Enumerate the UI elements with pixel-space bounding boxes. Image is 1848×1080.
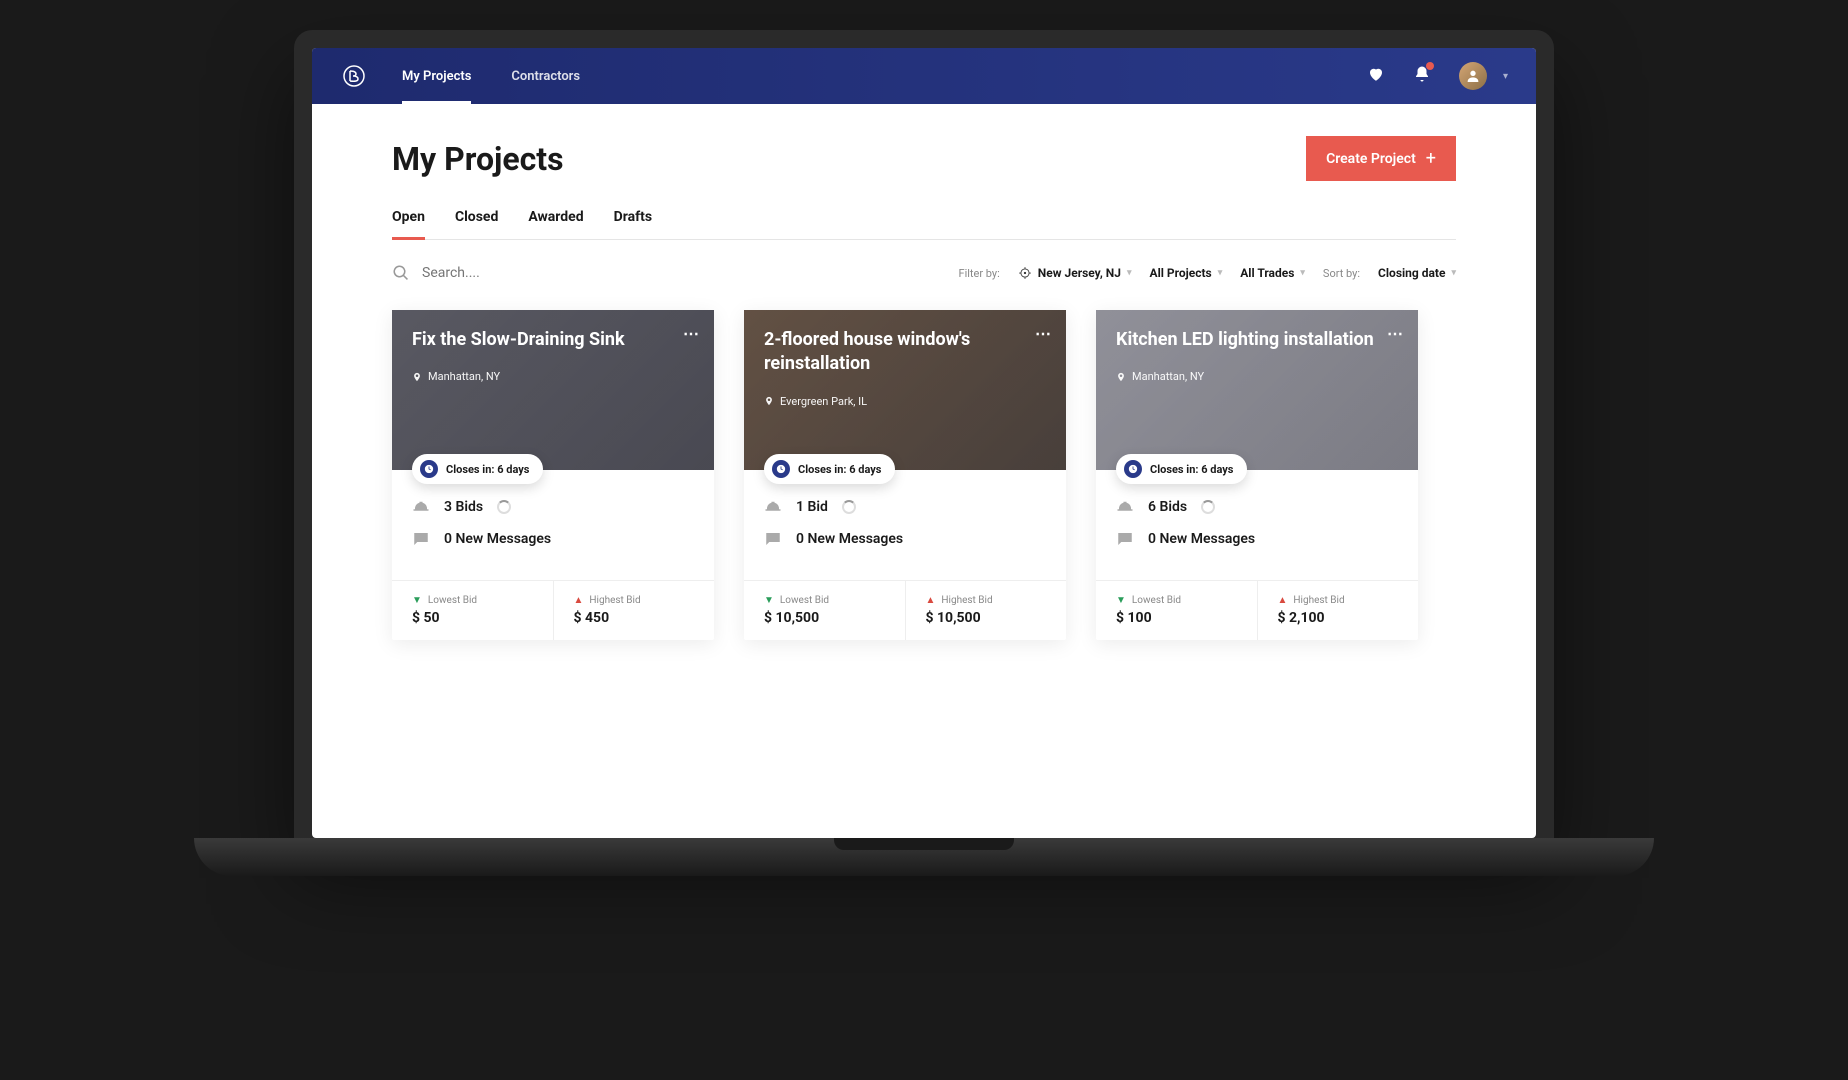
favorites-icon[interactable] xyxy=(1367,65,1385,87)
header-actions: ▾ xyxy=(1367,62,1508,90)
messages-row: 0 New Messages xyxy=(412,530,694,548)
card-hero: ⋯ 2-floored house window's reinstallatio… xyxy=(744,310,1066,470)
chevron-down-icon: ▾ xyxy=(1127,268,1132,278)
pin-icon xyxy=(412,372,422,382)
spinner-icon xyxy=(497,500,511,514)
create-project-button[interactable]: Create Project+ xyxy=(1306,136,1456,181)
tab-drafts[interactable]: Drafts xyxy=(614,209,652,239)
chevron-down-icon: ▾ xyxy=(1300,268,1305,278)
user-avatar[interactable] xyxy=(1459,62,1487,90)
highest-bid: ▲Highest Bid$ 2,100 xyxy=(1258,581,1419,640)
card-location: Evergreen Park, IL xyxy=(764,395,1046,408)
closing-pill: Closes in: 6 days xyxy=(412,454,543,484)
arrow-up-icon: ▲ xyxy=(574,595,584,606)
card-body: 1 Bid 0 New Messages xyxy=(744,470,1066,580)
user-menu-caret[interactable]: ▾ xyxy=(1503,71,1508,82)
card-location: Manhattan, NY xyxy=(412,370,694,383)
clock-icon xyxy=(772,460,790,478)
project-cards: ⋯ Fix the Slow-Draining Sink Manhattan, … xyxy=(392,310,1456,640)
card-title: 2-floored house window's reinstallation xyxy=(764,328,1024,377)
closing-pill: Closes in: 6 days xyxy=(764,454,895,484)
card-menu-icon[interactable]: ⋯ xyxy=(1387,324,1404,343)
card-body: 3 Bids 0 New Messages xyxy=(392,470,714,580)
filter-trades[interactable]: All Trades▾ xyxy=(1240,266,1305,280)
top-nav: My Projects Contractors ▾ xyxy=(312,48,1536,104)
card-location: Manhattan, NY xyxy=(1116,370,1398,383)
tab-closed[interactable]: Closed xyxy=(455,209,498,239)
search-icon xyxy=(392,264,410,282)
pin-icon xyxy=(1116,372,1126,382)
bids-row: 3 Bids xyxy=(412,498,694,516)
card-hero: ⋯ Fix the Slow-Draining Sink Manhattan, … xyxy=(392,310,714,470)
title-bar: My Projects Create Project+ xyxy=(392,136,1456,181)
arrow-down-icon: ▼ xyxy=(1116,595,1126,606)
messages-row: 0 New Messages xyxy=(764,530,1046,548)
filter-by-label: Filter by: xyxy=(958,267,999,280)
arrow-up-icon: ▲ xyxy=(926,595,936,606)
lowest-bid: ▼Lowest Bid$ 10,500 xyxy=(744,581,906,640)
nav-my-projects[interactable]: My Projects xyxy=(402,48,471,104)
spinner-icon xyxy=(842,500,856,514)
clock-icon xyxy=(1124,460,1142,478)
card-title: Fix the Slow-Draining Sink xyxy=(412,328,672,352)
sort-by-label: Sort by: xyxy=(1323,267,1360,280)
bids-row: 6 Bids xyxy=(1116,498,1398,516)
laptop-frame: My Projects Contractors ▾ My Projects Cr… xyxy=(294,30,1554,838)
project-card[interactable]: ⋯ 2-floored house window's reinstallatio… xyxy=(744,310,1066,640)
plus-icon: + xyxy=(1426,148,1436,169)
search-box xyxy=(392,264,940,282)
notification-badge xyxy=(1426,62,1434,70)
card-footer: ▼Lowest Bid$ 100 ▲Highest Bid$ 2,100 xyxy=(1096,580,1418,640)
nav-contractors[interactable]: Contractors xyxy=(511,48,580,104)
lowest-bid: ▼Lowest Bid$ 100 xyxy=(1096,581,1258,640)
chat-icon xyxy=(1116,530,1134,548)
chat-icon xyxy=(412,530,430,548)
card-footer: ▼Lowest Bid$ 10,500 ▲Highest Bid$ 10,500 xyxy=(744,580,1066,640)
logo[interactable] xyxy=(340,62,368,90)
pin-icon xyxy=(764,396,774,406)
filter-location[interactable]: New Jersey, NJ▾ xyxy=(1018,266,1132,280)
filter-bar: Filter by: New Jersey, NJ▾ All Projects▾… xyxy=(392,264,1456,282)
sort-select[interactable]: Closing date▾ xyxy=(1378,266,1456,280)
primary-nav: My Projects Contractors xyxy=(402,48,580,104)
highest-bid: ▲Highest Bid$ 450 xyxy=(554,581,715,640)
chat-icon xyxy=(764,530,782,548)
closing-pill: Closes in: 6 days xyxy=(1116,454,1247,484)
tab-open[interactable]: Open xyxy=(392,209,425,239)
arrow-down-icon: ▼ xyxy=(412,595,422,606)
card-footer: ▼Lowest Bid$ 50 ▲Highest Bid$ 450 xyxy=(392,580,714,640)
arrow-down-icon: ▼ xyxy=(764,595,774,606)
app-screen: My Projects Contractors ▾ My Projects Cr… xyxy=(312,48,1536,838)
notifications-icon[interactable] xyxy=(1413,65,1431,87)
spinner-icon xyxy=(1201,500,1215,514)
laptop-base xyxy=(194,838,1654,876)
card-body: 6 Bids 0 New Messages xyxy=(1096,470,1418,580)
card-menu-icon[interactable]: ⋯ xyxy=(1035,324,1052,343)
messages-row: 0 New Messages xyxy=(1116,530,1398,548)
card-title: Kitchen LED lighting installation xyxy=(1116,328,1376,352)
project-card[interactable]: ⋯ Kitchen LED lighting installation Manh… xyxy=(1096,310,1418,640)
filter-projects[interactable]: All Projects▾ xyxy=(1150,266,1223,280)
tab-awarded[interactable]: Awarded xyxy=(528,209,583,239)
crosshair-icon xyxy=(1018,266,1032,280)
project-card[interactable]: ⋯ Fix the Slow-Draining Sink Manhattan, … xyxy=(392,310,714,640)
hardhat-icon xyxy=(412,498,430,516)
hardhat-icon xyxy=(764,498,782,516)
bids-row: 1 Bid xyxy=(764,498,1046,516)
clock-icon xyxy=(420,460,438,478)
main-content: My Projects Create Project+ Open Closed … xyxy=(312,104,1536,672)
card-menu-icon[interactable]: ⋯ xyxy=(683,324,700,343)
card-hero: ⋯ Kitchen LED lighting installation Manh… xyxy=(1096,310,1418,470)
search-input[interactable] xyxy=(422,265,622,281)
page-title: My Projects xyxy=(392,140,564,178)
highest-bid: ▲Highest Bid$ 10,500 xyxy=(906,581,1067,640)
lowest-bid: ▼Lowest Bid$ 50 xyxy=(392,581,554,640)
hardhat-icon xyxy=(1116,498,1134,516)
project-tabs: Open Closed Awarded Drafts xyxy=(392,209,1456,240)
arrow-up-icon: ▲ xyxy=(1278,595,1288,606)
chevron-down-icon: ▾ xyxy=(1451,268,1456,278)
chevron-down-icon: ▾ xyxy=(1218,268,1223,278)
